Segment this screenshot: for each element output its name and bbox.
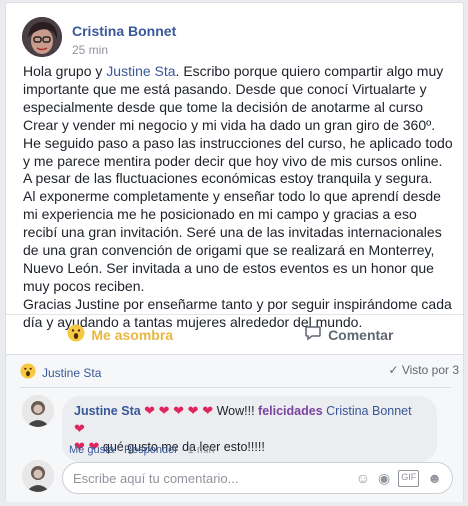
seen-by[interactable]: ✓ Visto por 3 xyxy=(388,363,459,377)
post-text: Hola grupo y xyxy=(23,63,107,79)
gif-icon[interactable]: GIF xyxy=(398,469,420,487)
comment-input[interactable]: Escribe aquí tu comentario... ☺ ◉ GIF ☻ xyxy=(62,462,453,494)
post-actions: Me asombra Comentar xyxy=(6,314,463,354)
comment-like-link[interactable]: Me gusta xyxy=(69,444,114,456)
comment-reply-link[interactable]: Responder xyxy=(124,444,178,456)
commenter-avatar[interactable] xyxy=(22,395,54,427)
comment-meta: Me gusta · Responder · 1 min xyxy=(69,444,215,456)
check-icon: ✓ xyxy=(388,363,399,377)
wow-emoji-icon xyxy=(20,363,36,382)
comment-placeholder: Escribe aquí tu comentario... xyxy=(73,470,239,486)
seen-label: Visto por 3 xyxy=(401,363,459,377)
author-name[interactable]: Cristina Bonnet xyxy=(72,22,176,40)
post-body: Hola grupo y Justine Sta. Escribo porque… xyxy=(23,63,453,332)
mention-link[interactable]: Justine Sta xyxy=(106,63,175,79)
felicidades-tag[interactable]: felicidades xyxy=(258,404,323,418)
post-card: Cristina Bonnet 25 min Hola grupo y Just… xyxy=(5,2,464,502)
comment-author[interactable]: Justine Sta xyxy=(74,404,141,418)
wow-reaction-label: Me asombra xyxy=(91,326,174,343)
comment-time[interactable]: 1 min xyxy=(188,444,215,456)
post-time[interactable]: 25 min xyxy=(72,42,176,58)
post-paragraph-1: Hola grupo y Justine Sta. Escribo porque… xyxy=(23,63,453,135)
comment-icon xyxy=(304,324,322,345)
post-paragraph-2: He seguido paso a paso las instrucciones… xyxy=(23,134,453,187)
reactions-summary[interactable]: Justine Sta xyxy=(20,363,101,382)
my-avatar xyxy=(22,460,54,492)
post-header: Cristina Bonnet 25 min xyxy=(22,17,176,58)
comment-mention[interactable]: Cristina Bonnet xyxy=(326,404,411,418)
comment-text: Wow!!! xyxy=(216,404,259,418)
heart-icon: ❤ ❤ ❤ ❤ ❤ xyxy=(144,403,214,418)
post-paragraph-3: Al exponerme completamente y enseñar tod… xyxy=(23,188,442,294)
comments-section: Justine Sta ✓ Visto por 3 Justine Sta ❤ … xyxy=(6,354,463,502)
camera-icon[interactable]: ◉ xyxy=(378,470,390,487)
author-avatar[interactable] xyxy=(22,17,62,57)
divider xyxy=(20,387,451,388)
sticker-icon[interactable]: ☻ xyxy=(427,470,442,487)
heart-icon: ❤ xyxy=(74,421,85,436)
wow-emoji-icon xyxy=(67,324,85,345)
comment-button[interactable]: Comentar xyxy=(235,315,464,354)
smiley-icon[interactable]: ☺ xyxy=(356,470,370,487)
comment-label: Comentar xyxy=(328,326,394,343)
composer-icons: ☺ ◉ GIF ☻ xyxy=(356,469,442,487)
wow-reaction-button[interactable]: Me asombra xyxy=(6,315,235,354)
reactor-name[interactable]: Justine Sta xyxy=(42,366,101,380)
